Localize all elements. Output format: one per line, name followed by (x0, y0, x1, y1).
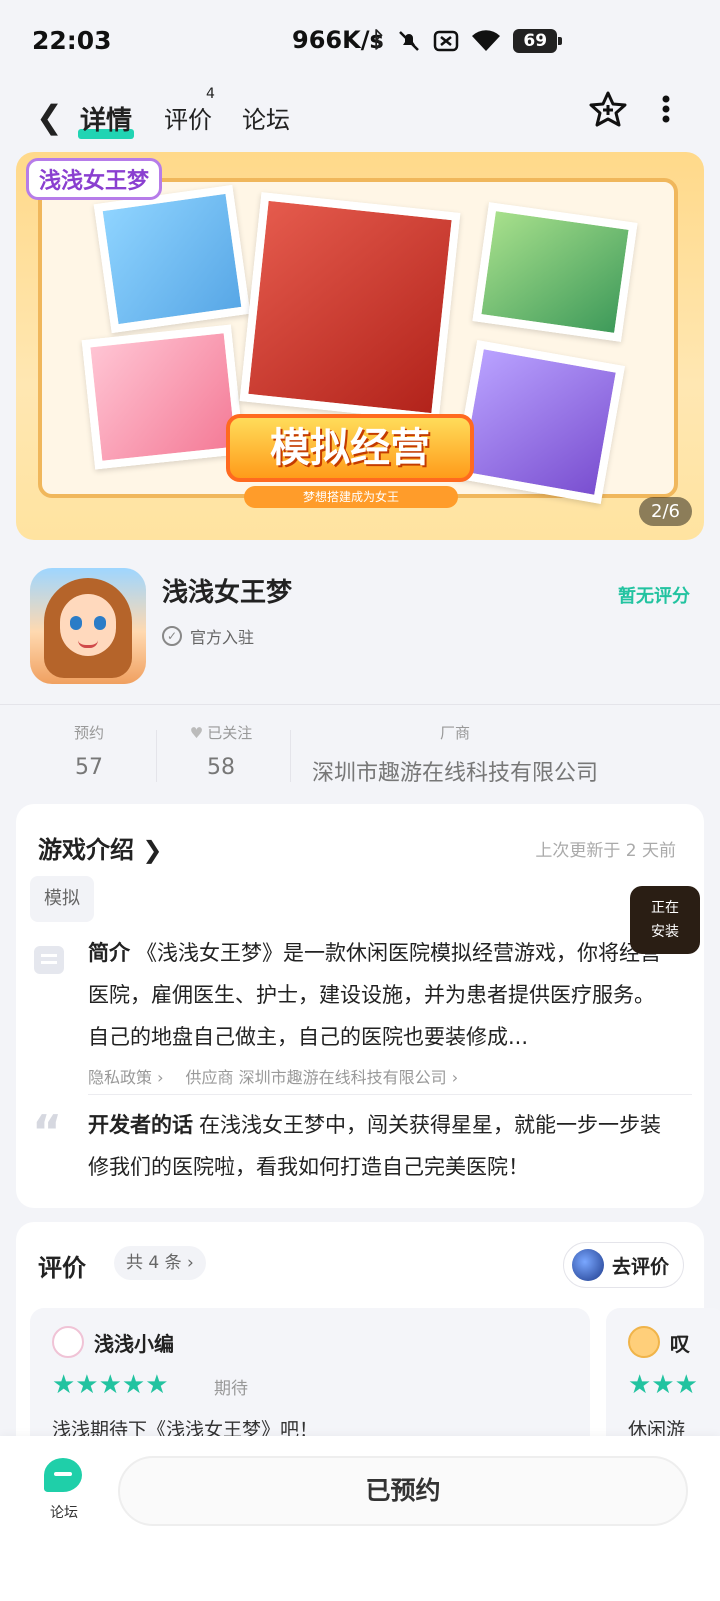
review-tag: 期待 (214, 1379, 248, 1399)
app-icon (30, 568, 146, 684)
bottom-action-bar: 论坛 已预约 (0, 1436, 720, 1601)
favorite-star-icon[interactable] (588, 90, 628, 130)
battery-icon: 69 (513, 28, 563, 53)
review-stars: ★★★ (628, 1370, 698, 1400)
heart-check-icon: ♥ (189, 723, 204, 742)
intro-text[interactable]: 简介 《浅浅女王梦》是一款休闲医院模拟经营游戏，你将经营医院，雇佣医生、护士，建设… (88, 932, 674, 1058)
check-icon: ✓ (162, 626, 182, 646)
quote-icon: “ (32, 1105, 63, 1159)
character-card-2 (81, 324, 245, 470)
stat-followers[interactable]: ♥ 已关注 58 (176, 722, 266, 781)
last-updated: 上次更新于 2 天前 (535, 841, 676, 861)
avatar (628, 1326, 660, 1358)
divider (0, 704, 720, 705)
chevron-right-icon: ❯ (142, 836, 163, 864)
tab-reviews-badge: 4 (206, 86, 215, 102)
document-icon (34, 946, 64, 974)
more-menu-icon[interactable] (660, 94, 672, 124)
genre-tag[interactable]: 模拟 (30, 876, 94, 922)
character-card-main (239, 192, 461, 422)
stat-reservations: 预约 57 (73, 724, 104, 780)
review-stars: ★★★★★ (52, 1370, 169, 1400)
banner-slogan: 梦想搭建成为女王 (244, 486, 458, 508)
clock: 22:03 (32, 26, 112, 55)
screenshot-carousel[interactable]: 浅浅女王梦 模拟经营 梦想搭建成为女王 2/6 (16, 152, 704, 540)
app-name: 浅浅女王梦 (162, 578, 293, 608)
detail-header: ❮ 详情 评价 4 论坛 (0, 84, 720, 152)
developer-note: 开发者的话 在浅浅女王梦中，闯关获得星星，就能一步一步装修我们的医院啦，看我如何打… (88, 1113, 661, 1179)
bluetooth-icon: ᛒ (372, 28, 386, 53)
back-button[interactable]: ❮ (36, 98, 63, 136)
avatar (571, 1249, 604, 1281)
privacy-policy-link[interactable]: 隐私政策 › (88, 1064, 164, 1088)
wifi-icon (472, 29, 501, 51)
character-card-3 (472, 202, 638, 342)
installing-float-button[interactable]: 正在 安装 (630, 886, 700, 954)
tab-forum[interactable]: 论坛 (242, 100, 290, 135)
sim-off-icon (433, 30, 459, 51)
forum-button[interactable]: 论坛 (44, 1458, 84, 1522)
status-bar: 22:03 966K/s ᛒ 69 (0, 0, 720, 84)
reviews-count[interactable]: 共 4 条 › (114, 1246, 206, 1280)
character-card-1 (93, 184, 251, 334)
reviews-title: 评价 (38, 1254, 86, 1282)
status-icons: ᛒ 69 (372, 28, 563, 53)
official-badge: ✓ 官方入驻 (162, 624, 254, 648)
mute-icon (399, 30, 420, 51)
intro-title[interactable]: 游戏介绍 ❯ (38, 830, 162, 865)
reserved-button[interactable]: 已预约 (118, 1456, 688, 1526)
intro-links: 隐私政策 › 供应商 深圳市趣游在线科技有限公司 › (88, 1064, 458, 1088)
network-speed: 966K/s (292, 26, 384, 54)
game-logo: 浅浅女王梦 (26, 158, 163, 200)
character-card-4 (452, 340, 626, 504)
tab-reviews[interactable]: 评价 (164, 100, 212, 135)
avatar (52, 1326, 84, 1358)
banner-headline: 模拟经营 (226, 414, 474, 482)
chat-bubble-icon (44, 1458, 82, 1492)
write-review-button[interactable]: 去评价 (562, 1242, 684, 1288)
game-intro-card: 游戏介绍 ❯ 上次更新于 2 天前 模拟 简介 《浅浅女王梦》是一款休闲医院模拟经… (16, 804, 704, 1208)
stat-developer[interactable]: 厂商 深圳市趣游在线科技有限公司 (300, 722, 610, 787)
tab-details[interactable]: 详情 (77, 100, 135, 139)
rating-status: 暂无评分 (618, 586, 690, 607)
carousel-pager: 2/6 (639, 497, 692, 526)
supplier-link[interactable]: 供应商 深圳市趣游在线科技有限公司 › (186, 1064, 459, 1088)
